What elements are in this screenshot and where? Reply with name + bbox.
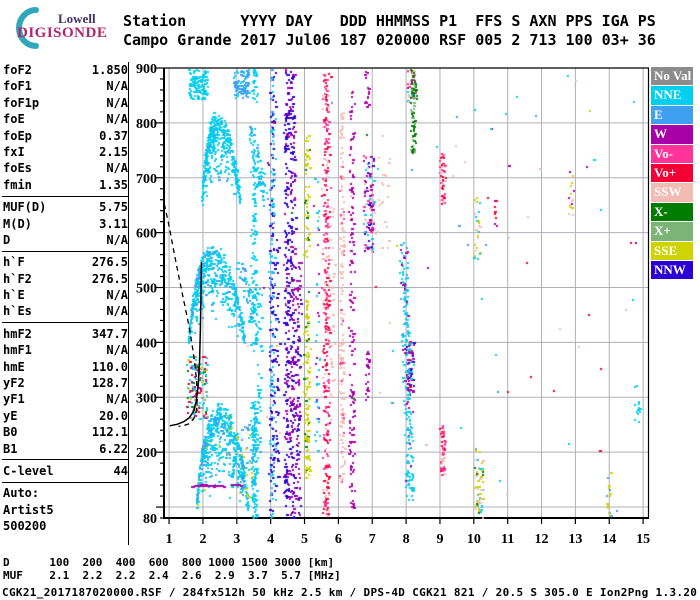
svg-text:5: 5: [301, 532, 308, 547]
svg-text:600: 600: [136, 227, 157, 242]
legend-item: Vo+: [651, 163, 693, 183]
ionogram-window: Lowell DIGISONDE Station YYYY DAY DDD HH…: [0, 0, 700, 600]
svg-text:8: 8: [403, 532, 410, 547]
legend-item: Vo-: [651, 144, 693, 163]
svg-text:400: 400: [136, 336, 157, 351]
legend-item: NNW: [651, 260, 693, 280]
svg-text:9: 9: [436, 532, 443, 547]
svg-text:15: 15: [636, 532, 650, 547]
svg-text:300: 300: [136, 391, 157, 406]
svg-text:900: 900: [136, 62, 157, 77]
legend-item: SSW: [651, 183, 693, 202]
legend-item: X+: [651, 222, 693, 241]
svg-text:1: 1: [166, 532, 173, 547]
svg-text:11: 11: [501, 532, 514, 547]
legend-item: X-: [651, 202, 693, 222]
svg-text:800: 800: [136, 117, 157, 132]
svg-text:700: 700: [136, 172, 157, 187]
legend-item: SSE: [651, 241, 693, 260]
ionogram-echo-dots: [164, 68, 650, 519]
svg-text:2: 2: [199, 532, 206, 547]
svg-text:14: 14: [602, 532, 616, 547]
svg-text:200: 200: [136, 446, 157, 461]
doppler-direction-legend: No Val NNE E W Vo- Vo+ SSW X- X+ SSE NNW: [651, 67, 694, 280]
legend-item: NNE: [651, 86, 693, 105]
svg-text:500: 500: [136, 282, 157, 297]
svg-text:12: 12: [535, 532, 549, 547]
svg-text:13: 13: [568, 532, 582, 547]
svg-text:3: 3: [233, 532, 240, 547]
legend-item: W: [651, 125, 693, 144]
svg-text:80: 80: [143, 512, 157, 527]
legend-item: E: [651, 105, 693, 125]
svg-text:6: 6: [335, 532, 342, 547]
svg-text:10: 10: [467, 532, 481, 547]
legend-item: No Val: [651, 67, 693, 86]
svg-text:7: 7: [369, 532, 376, 547]
svg-text:4: 4: [267, 532, 274, 547]
